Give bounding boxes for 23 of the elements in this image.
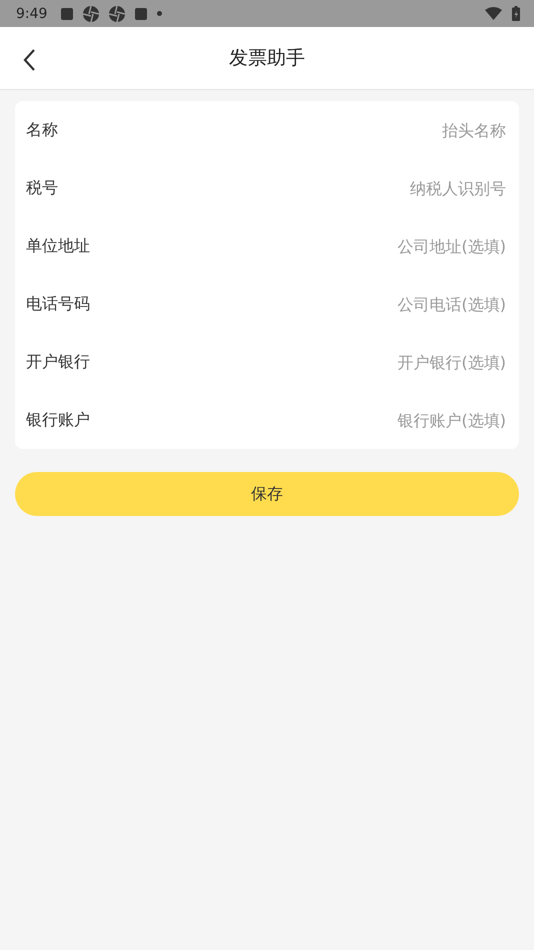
field-label: 电话号码 xyxy=(26,294,90,314)
input-field[interactable]: 开户银行(选填) xyxy=(244,352,508,372)
wifi-icon xyxy=(485,7,502,20)
aperture-icon xyxy=(109,6,126,22)
field-label: 单位地址 xyxy=(26,236,90,256)
input-field[interactable]: 银行账户(选填) xyxy=(244,410,508,430)
field-label: 税号 xyxy=(26,178,58,198)
battery-icon xyxy=(512,6,520,21)
input-field[interactable]: 公司地址(选填) xyxy=(244,236,508,256)
status-time: 9:49 xyxy=(16,6,48,22)
input-field[interactable]: 抬头名称 xyxy=(244,120,508,140)
page-title: 发票助手 xyxy=(229,46,305,71)
input-field[interactable]: 纳税人识别号 xyxy=(244,178,508,198)
field-label: 银行账户 xyxy=(26,410,90,430)
aperture-icon xyxy=(83,6,100,22)
input-field[interactable]: 公司电话(选填) xyxy=(244,294,508,314)
save-button[interactable]: 保存 xyxy=(15,472,519,516)
notification-icon xyxy=(61,8,74,20)
field-label: 名称 xyxy=(26,120,58,140)
notification-icon xyxy=(135,8,148,20)
back-icon[interactable] xyxy=(22,48,36,72)
dot-icon xyxy=(157,11,162,16)
field-label: 开户银行 xyxy=(26,352,90,372)
